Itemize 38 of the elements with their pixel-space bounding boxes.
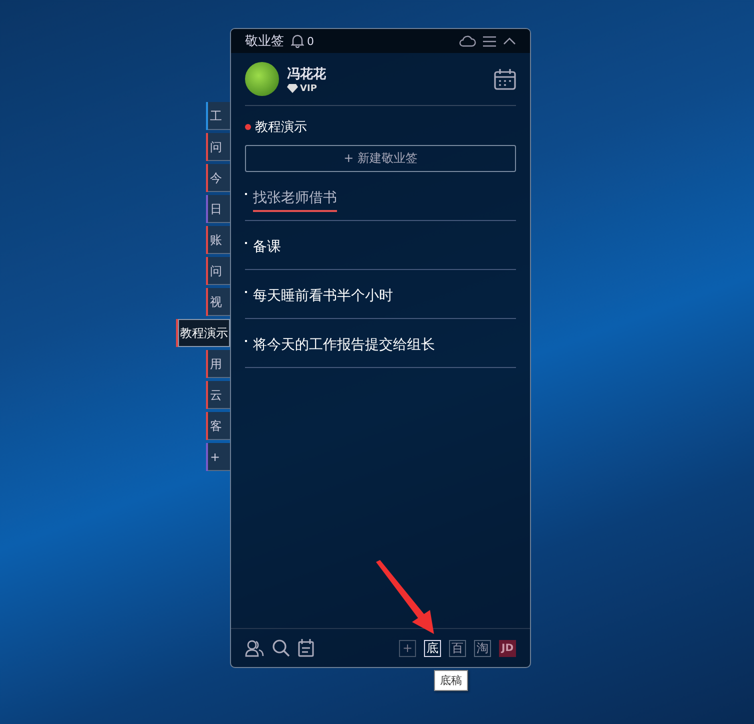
user-name: 冯花花 — [287, 66, 326, 82]
category-tab[interactable]: 今 — [208, 164, 230, 192]
note-text[interactable]: 备课 — [253, 238, 281, 256]
calendar-icon[interactable] — [494, 68, 516, 90]
category-tab[interactable]: 问 — [208, 257, 230, 285]
new-note-button[interactable]: + 新建敬业签 — [245, 145, 516, 172]
search-icon[interactable] — [272, 639, 290, 657]
shortcut-button[interactable]: 百 — [449, 640, 466, 656]
vip-label: VIP — [300, 84, 317, 94]
category-title: 教程演示 — [255, 119, 307, 136]
notification-count: 0 — [307, 34, 314, 48]
category-tab[interactable]: 问 — [208, 133, 230, 161]
category-tab[interactable]: + — [208, 443, 230, 471]
collapse-icon[interactable] — [503, 37, 516, 45]
contacts-icon[interactable] — [245, 639, 264, 657]
menu-icon[interactable] — [483, 36, 496, 46]
bell-icon[interactable] — [291, 34, 304, 48]
shortcut-button[interactable]: + — [399, 640, 416, 656]
cloud-icon[interactable] — [459, 35, 476, 47]
avatar-photo[interactable] — [245, 62, 279, 96]
tooltip: 底稿 — [434, 670, 468, 691]
category-tab[interactable]: 教程演示 — [178, 319, 230, 347]
app-title: 敬业签 — [245, 33, 284, 50]
category-tab[interactable]: 工 — [208, 102, 230, 130]
category-tab[interactable]: 客 — [208, 412, 230, 440]
category-tab[interactable]: 用 — [208, 350, 230, 378]
note-text[interactable]: 找张老师借书 — [253, 189, 337, 207]
note-text[interactable]: 将今天的工作报告提交给组长 — [253, 336, 435, 354]
diamond-icon — [287, 84, 298, 93]
category-tab[interactable]: 云 — [208, 381, 230, 409]
category-tab[interactable]: 视 — [208, 288, 230, 316]
shortcut-button[interactable]: 淘 — [474, 640, 491, 656]
category-tab[interactable]: 账 — [208, 226, 230, 254]
category-tab[interactable]: 日 — [208, 195, 230, 223]
note-text[interactable]: 每天睡前看书半个小时 — [253, 287, 393, 305]
shortcut-button[interactable]: 底 — [424, 640, 441, 656]
shortcut-button[interactable]: JD — [499, 640, 516, 656]
notepad-icon[interactable] — [298, 639, 314, 657]
